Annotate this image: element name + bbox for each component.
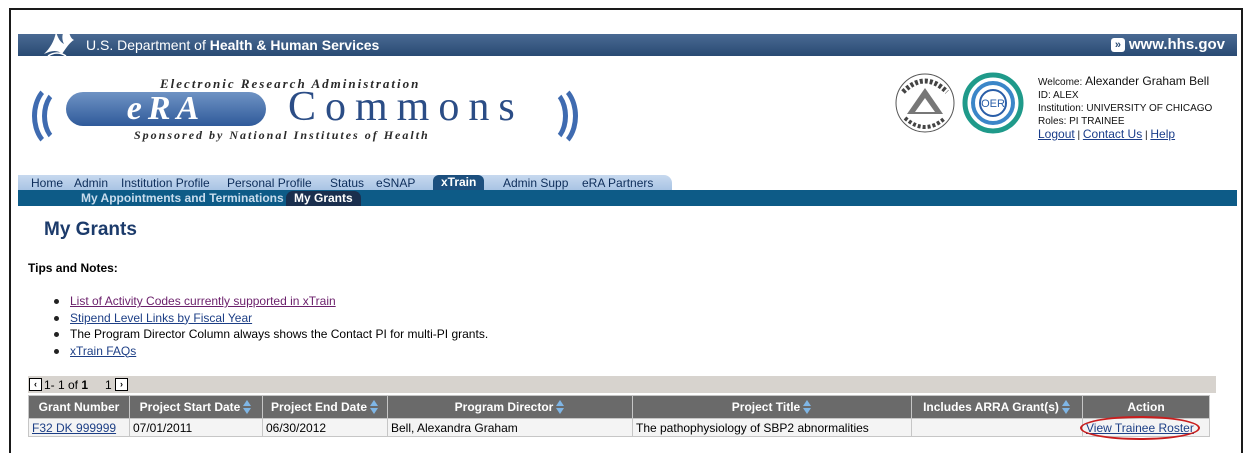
col-arra[interactable]: Includes ARRA Grant(s) bbox=[911, 395, 1083, 419]
tips-list: List of Activity Codes currently support… bbox=[52, 293, 488, 359]
oer-text: OER bbox=[981, 98, 1005, 110]
header-label: Includes ARRA Grant(s) bbox=[923, 400, 1059, 414]
tips-heading: Tips and Notes: bbox=[28, 261, 118, 275]
pager-page: 1 bbox=[105, 378, 112, 392]
col-action: Action bbox=[1082, 395, 1210, 419]
table-row: F32 DK 999999 07/01/2011 06/30/2012 Bell… bbox=[28, 415, 1210, 440]
hhs-title: U.S. Department of Health & Human Servic… bbox=[86, 37, 379, 53]
logo-commons: Commons bbox=[288, 84, 524, 130]
activity-codes-link[interactable]: List of Activity Codes currently support… bbox=[70, 294, 336, 308]
sub-nav: My Appointments and Terminations My Gran… bbox=[18, 190, 1237, 206]
list-item: List of Activity Codes currently support… bbox=[52, 293, 488, 310]
link-separator: | bbox=[1074, 130, 1083, 141]
header-label: Project Title bbox=[731, 400, 801, 414]
logout-link[interactable]: Logout bbox=[1038, 127, 1075, 141]
logo-era: eRA bbox=[66, 92, 266, 126]
tab-xtrain[interactable]: xTrain bbox=[433, 175, 485, 190]
era-commons-logo: Electronic Research Administration eRA C… bbox=[30, 72, 578, 152]
next-page-icon[interactable]: › bbox=[115, 378, 128, 391]
tab-status[interactable]: Status bbox=[330, 176, 364, 190]
header-label: Project End Date bbox=[270, 400, 368, 414]
main-nav: Home Admin Institution Profile Personal … bbox=[18, 175, 1237, 190]
grants-table: Grant Number Project Start Date Project … bbox=[28, 395, 1210, 440]
header-label: Action bbox=[1127, 400, 1165, 414]
oer-seal-icon: OER bbox=[962, 72, 1024, 134]
col-program-director[interactable]: Program Director bbox=[387, 395, 633, 419]
sort-icon[interactable] bbox=[1061, 399, 1071, 415]
welcome-name: Alexander Graham Bell bbox=[1085, 74, 1210, 88]
nih-seal-icon bbox=[895, 73, 955, 133]
col-project-title[interactable]: Project Title bbox=[632, 395, 912, 419]
prev-page-icon[interactable]: ‹ bbox=[29, 378, 42, 391]
col-start-date[interactable]: Project Start Date bbox=[129, 395, 263, 419]
header-label: Grant Number bbox=[38, 400, 120, 414]
tab-esnap[interactable]: eSNAP bbox=[376, 176, 415, 190]
col-end-date[interactable]: Project End Date bbox=[262, 395, 388, 419]
user-info: Welcome: Alexander Graham Bell ID: ALEX … bbox=[1038, 75, 1212, 142]
sort-icon[interactable] bbox=[802, 399, 812, 415]
tab-home[interactable]: Home bbox=[31, 176, 63, 190]
hhs-eagle-icon bbox=[44, 26, 74, 57]
view-trainee-roster-link[interactable]: View Trainee Roster bbox=[1086, 421, 1194, 435]
cell-project-title: The pathophysiology of SBP2 abnormalitie… bbox=[632, 418, 912, 437]
welcome-label: Welcome: bbox=[1038, 77, 1086, 88]
user-id: ID: ALEX bbox=[1038, 90, 1079, 101]
highlight-circle: View Trainee Roster bbox=[1080, 415, 1200, 440]
user-institution: Institution: UNIVERSITY OF CHICAGO bbox=[1038, 103, 1213, 114]
cell-arra bbox=[911, 418, 1083, 437]
tab-admin[interactable]: Admin bbox=[74, 176, 108, 190]
list-item: The Program Director Column always shows… bbox=[52, 326, 488, 343]
pager-range: 1- 1 of 1 bbox=[44, 378, 88, 392]
grant-number-link[interactable]: F32 DK 999999 bbox=[32, 421, 116, 435]
pager: ‹ 1- 1 of 1 1 › bbox=[28, 376, 1216, 393]
cell-grant-number: F32 DK 999999 bbox=[28, 418, 130, 437]
hhs-prefix: U.S. Department of bbox=[86, 37, 210, 53]
logo-tagline-bottom: Sponsored by National Institutes of Heal… bbox=[134, 128, 430, 142]
cell-end-date: 06/30/2012 bbox=[262, 418, 388, 437]
list-item: Stipend Level Links by Fiscal Year bbox=[52, 310, 488, 327]
subtab-my-appointments[interactable]: My Appointments and Terminations bbox=[81, 191, 284, 205]
tab-personal-profile[interactable]: Personal Profile bbox=[227, 176, 312, 190]
hhs-bold: Health & Human Services bbox=[209, 37, 380, 53]
hhs-banner: U.S. Department of Health & Human Servic… bbox=[18, 26, 1237, 57]
list-item: xTrain FAQs bbox=[52, 343, 488, 360]
col-grant-number[interactable]: Grant Number bbox=[28, 395, 130, 419]
hhs-url[interactable]: www.hhs.gov bbox=[1129, 36, 1225, 53]
tab-institution-profile[interactable]: Institution Profile bbox=[121, 176, 210, 190]
contact-us-link[interactable]: Contact Us bbox=[1083, 127, 1142, 141]
sort-icon[interactable] bbox=[369, 399, 379, 415]
pager-range-text: 1- 1 of bbox=[44, 378, 82, 392]
stipend-levels-link[interactable]: Stipend Level Links by Fiscal Year bbox=[70, 311, 252, 325]
help-link[interactable]: Help bbox=[1150, 127, 1175, 141]
tab-era-partners[interactable]: eRA Partners bbox=[582, 176, 653, 190]
sort-icon[interactable] bbox=[555, 399, 565, 415]
xtrain-faqs-link[interactable]: xTrain FAQs bbox=[70, 344, 136, 358]
cell-action: View Trainee Roster bbox=[1080, 415, 1210, 440]
page-title: My Grants bbox=[44, 219, 137, 240]
cell-start-date: 07/01/2011 bbox=[129, 418, 263, 437]
subtab-my-grants[interactable]: My Grants bbox=[286, 191, 361, 206]
pager-total: 1 bbox=[81, 378, 89, 392]
cell-program-director: Bell, Alexandra Graham bbox=[387, 418, 633, 437]
header-label: Project Start Date bbox=[139, 400, 241, 414]
double-chevron-icon: » bbox=[1110, 38, 1125, 52]
sort-icon[interactable] bbox=[242, 399, 252, 415]
header-label: Program Director bbox=[454, 400, 554, 414]
hhs-link[interactable]: » www.hhs.gov bbox=[1110, 36, 1225, 53]
tab-admin-supp[interactable]: Admin Supp bbox=[503, 176, 568, 190]
